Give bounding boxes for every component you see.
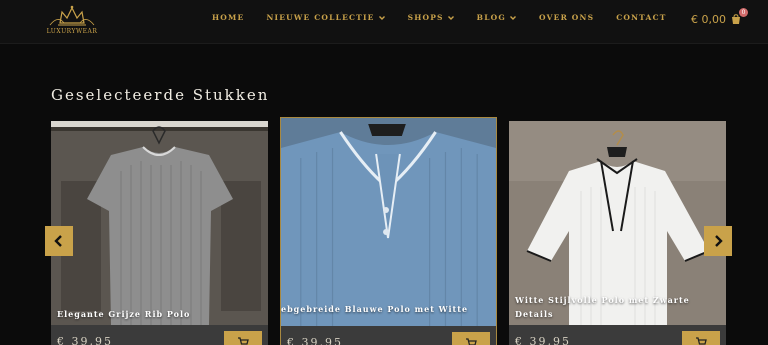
product-title[interactable]: Elegante Grijze Rib Polo bbox=[57, 307, 262, 321]
crown-logo-icon bbox=[49, 5, 95, 26]
product-image-grey-polo[interactable] bbox=[51, 121, 268, 325]
add-to-cart-button[interactable] bbox=[682, 331, 720, 345]
section-title: Geselecteerde Stukken bbox=[51, 86, 270, 104]
product-price: € 39,95 bbox=[515, 335, 571, 345]
nav-label: BLOG bbox=[476, 13, 507, 22]
add-to-cart-button[interactable] bbox=[452, 332, 490, 345]
product-price: € 39,95 bbox=[57, 335, 113, 345]
cart-icon bbox=[466, 338, 477, 345]
product-price: € 39,95 bbox=[287, 336, 343, 345]
nav-label: CONTACT bbox=[616, 13, 667, 22]
chevron-down-icon bbox=[378, 15, 385, 20]
logo-text: LUXURYWEAR bbox=[46, 28, 98, 35]
cart-count-badge: 0 bbox=[739, 7, 748, 17]
nav-item-contact[interactable]: CONTACT bbox=[616, 13, 666, 22]
product-image-blue-polo[interactable] bbox=[281, 118, 496, 326]
cart-icon bbox=[696, 337, 707, 345]
main-nav: HOME NIEUWE COLLECTIE SHOPS BLOG OVER ON… bbox=[212, 13, 689, 22]
nav-label: NIEUWE COLLECTIE bbox=[266, 13, 375, 22]
product-card-footer: € 39,95 bbox=[51, 325, 268, 345]
chevron-down-icon bbox=[510, 15, 517, 20]
nav-item-shops[interactable]: SHOPS bbox=[408, 13, 455, 22]
add-to-cart-button[interactable] bbox=[224, 331, 262, 345]
nav-label: OVER ONS bbox=[539, 13, 595, 22]
nav-label: HOME bbox=[212, 13, 245, 22]
site-header: LUXURYWEAR HOME NIEUWE COLLECTIE SHOPS B… bbox=[0, 0, 768, 44]
nav-item-nieuwe-collectie[interactable]: NIEUWE COLLECTIE bbox=[266, 13, 385, 22]
nav-item-blog[interactable]: BLOG bbox=[477, 13, 517, 22]
product-card-footer: € 39,95 bbox=[509, 325, 726, 345]
chevron-left-icon bbox=[54, 235, 62, 247]
carousel-prev-button[interactable] bbox=[45, 226, 73, 256]
product-title[interactable]: ebgebreide Blauwe Polo met Witte bbox=[281, 302, 496, 316]
product-card-footer: € 39,95 bbox=[281, 326, 496, 345]
chevron-down-icon bbox=[447, 15, 454, 20]
cart-icon bbox=[238, 337, 249, 345]
product-card[interactable]: Witte Stijlvolle Polo met Zwarte Details… bbox=[509, 121, 726, 345]
nav-item-home[interactable]: HOME bbox=[212, 13, 244, 22]
product-title[interactable]: Witte Stijlvolle Polo met Zwarte Details bbox=[515, 293, 695, 321]
logo[interactable]: LUXURYWEAR bbox=[44, 3, 100, 37]
cart-icon: 0 bbox=[730, 7, 748, 26]
nav-item-over-ons[interactable]: OVER ONS bbox=[539, 13, 594, 22]
carousel-next-button[interactable] bbox=[704, 226, 732, 256]
header-cart[interactable]: € 0,00 0 bbox=[691, 7, 748, 26]
chevron-right-icon bbox=[715, 235, 723, 247]
product-card[interactable]: Elegante Grijze Rib Polo € 39,95 bbox=[51, 121, 268, 345]
nav-label: SHOPS bbox=[407, 13, 444, 22]
cart-total: € 0,00 bbox=[691, 13, 726, 26]
product-card[interactable]: ebgebreide Blauwe Polo met Witte € 39,95 bbox=[280, 117, 497, 345]
